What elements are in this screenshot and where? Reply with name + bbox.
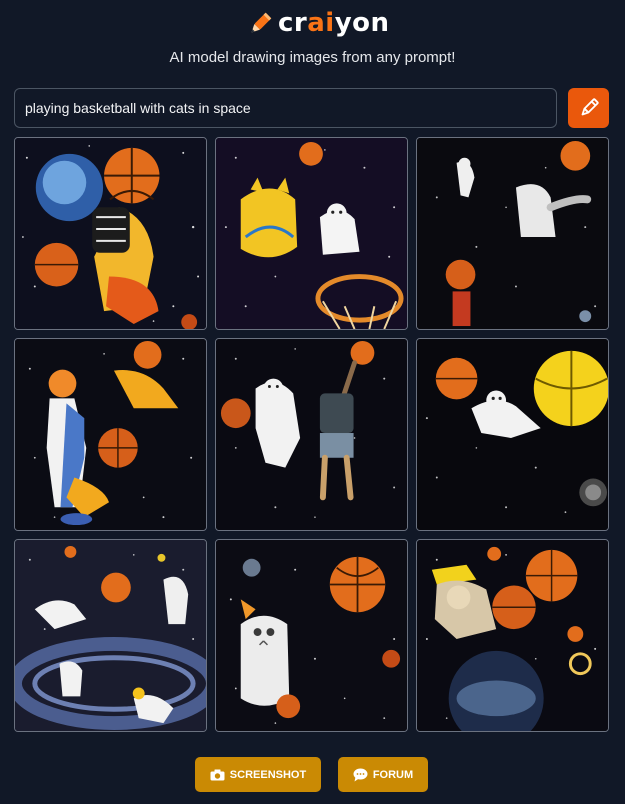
logo-wordmark[interactable]: craiyon xyxy=(278,6,390,40)
action-bar: SCREENSHOT FORUM xyxy=(0,757,625,793)
forum-button[interactable]: FORUM xyxy=(338,757,428,792)
forum-label: FORUM xyxy=(372,768,414,781)
generated-image xyxy=(216,138,407,329)
screenshot-button[interactable]: SCREENSHOT xyxy=(195,757,321,792)
app-header: craiyon xyxy=(0,6,625,40)
result-image[interactable] xyxy=(14,338,207,531)
result-image[interactable] xyxy=(416,137,609,330)
generated-image xyxy=(417,540,608,731)
generated-image xyxy=(417,138,608,329)
result-image[interactable] xyxy=(215,137,408,330)
pencil-icon xyxy=(581,98,599,116)
result-image[interactable] xyxy=(14,137,207,330)
generated-image xyxy=(417,339,608,530)
generated-image xyxy=(216,540,407,731)
prompt-input[interactable] xyxy=(14,88,557,128)
result-image[interactable] xyxy=(416,539,609,732)
generated-image xyxy=(15,339,206,530)
screenshot-label: SCREENSHOT xyxy=(229,768,307,781)
result-image[interactable] xyxy=(14,539,207,732)
generated-image xyxy=(15,138,206,329)
result-image[interactable] xyxy=(416,338,609,531)
draw-button[interactable] xyxy=(568,88,609,128)
pencil-logo-icon xyxy=(251,12,272,33)
tagline: AI model drawing images from any prompt! xyxy=(169,49,456,66)
result-image[interactable] xyxy=(215,338,408,531)
generated-image xyxy=(216,339,407,530)
generated-image xyxy=(15,540,206,731)
camera-icon xyxy=(210,769,225,780)
result-image[interactable] xyxy=(215,539,408,732)
results-grid xyxy=(14,137,610,733)
chat-bubble-icon xyxy=(353,768,368,781)
